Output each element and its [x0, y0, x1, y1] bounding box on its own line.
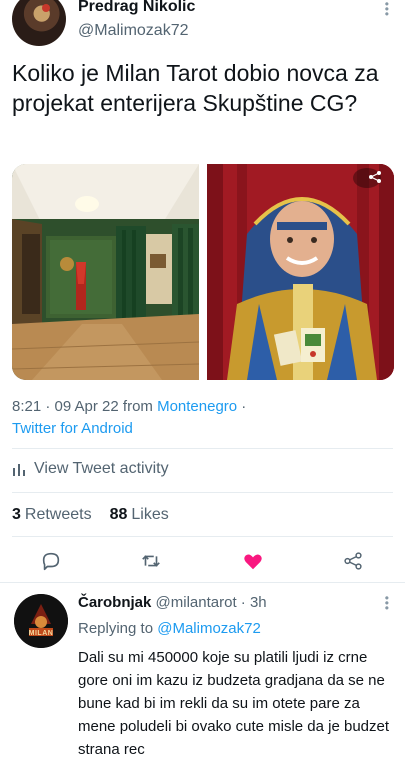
- meta-separator: ·: [237, 398, 247, 415]
- retweet-button[interactable]: [134, 544, 168, 578]
- share-button[interactable]: [336, 544, 370, 578]
- retweets-label: Retweets: [24, 506, 92, 523]
- heart-filled-icon: [244, 554, 262, 570]
- reply-time: 3h: [249, 594, 267, 611]
- parliament-interior-illustration: [12, 164, 199, 380]
- reply-text: Dali su mi 450000 koje su platili ljudi …: [78, 649, 390, 758]
- tarot-reader-photo[interactable]: [207, 164, 394, 380]
- author-name[interactable]: Predrag Nikolic: [78, 0, 195, 16]
- parliament-interior-photo[interactable]: [12, 164, 199, 380]
- tweet-client[interactable]: Twitter for Android: [12, 420, 133, 437]
- divider: [12, 536, 393, 537]
- author-avatar[interactable]: [12, 0, 66, 46]
- reply-author-name[interactable]: Čarobnjak: [78, 594, 151, 611]
- likes-label: Likes: [131, 506, 169, 523]
- reply-time-separator: ·: [236, 594, 250, 611]
- tweet-stats: 3 Retweets 88 Likes: [12, 506, 169, 524]
- view-activity-button[interactable]: View Tweet activity: [12, 460, 169, 478]
- tweet-text: Koliko je Milan Tarot dobio novca za pro…: [12, 60, 379, 116]
- wizard-logo-icon: [14, 594, 68, 648]
- likes-stat[interactable]: 88 Likes: [110, 506, 169, 524]
- tweet-meta: 8:21 · 09 Apr 22 from Montenegro · Twitt…: [12, 396, 392, 440]
- tweet-actions: [0, 544, 405, 578]
- reply-author-avatar[interactable]: MILAN: [14, 594, 68, 648]
- share-photo-icon[interactable]: [368, 170, 382, 187]
- share-icon: [344, 552, 362, 570]
- divider: [0, 582, 405, 583]
- reply-avatar-text: MILAN: [28, 630, 54, 637]
- reply-icon: [42, 552, 60, 571]
- reply-author-handle[interactable]: @milantarot: [156, 594, 237, 611]
- divider: [12, 448, 393, 449]
- author-handle[interactable]: @Malimozak72: [78, 22, 189, 40]
- tweet-location[interactable]: Montenegro: [157, 398, 237, 415]
- retweet-icon: [142, 555, 160, 567]
- tweet-header: Predrag Nikolic @Malimozak72 • • •: [0, 0, 405, 52]
- tweet-media[interactable]: [12, 164, 394, 380]
- view-activity-label: View Tweet activity: [34, 460, 169, 477]
- more-options-icon[interactable]: • • •: [385, 0, 389, 20]
- tarot-reader-illustration: [207, 164, 394, 380]
- bar-chart-icon: [13, 464, 25, 476]
- like-button[interactable]: [236, 544, 270, 578]
- replying-to-handle[interactable]: @Malimozak72: [157, 620, 261, 637]
- retweets-count: 3: [12, 506, 21, 523]
- replying-prefix: Replying to: [78, 620, 158, 637]
- likes-count: 88: [109, 506, 128, 523]
- tweet-time: 8:21 · 09 Apr 22 from: [12, 398, 158, 415]
- reply-more-options-icon[interactable]: • • •: [385, 592, 389, 614]
- retweets-stat[interactable]: 3 Retweets: [12, 506, 92, 524]
- reply-header: Čarobnjak @milantarot · 3h: [78, 594, 267, 611]
- reply-button[interactable]: [34, 544, 68, 578]
- divider: [12, 492, 393, 493]
- replying-to: Replying to @Malimozak72: [78, 620, 261, 637]
